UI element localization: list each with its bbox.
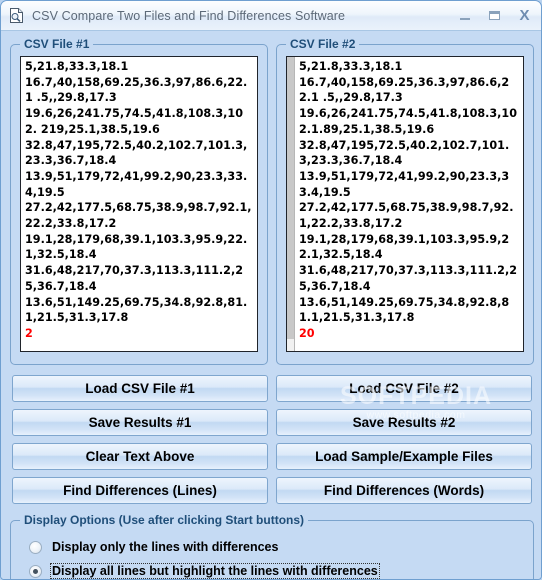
radio-label-only-differences: Display only the lines with differences xyxy=(52,540,279,554)
maximize-button[interactable] xyxy=(486,7,503,24)
load-sample-files-button[interactable]: Load Sample/Example Files xyxy=(276,443,532,470)
csv-file1-diff-marker: 2 xyxy=(25,326,33,340)
radio-icon-highlight-differences[interactable] xyxy=(29,564,42,578)
app-window: CSV Compare Two Files and Find Differenc… xyxy=(0,0,542,580)
load-csv-file-1-button[interactable]: Load CSV File #1 xyxy=(12,375,268,402)
csv-file1-textarea[interactable]: 5,21.8,33.3,18.1 16.7,40,158,69.25,36.3,… xyxy=(20,56,258,352)
group-label-file1: CSV File #1 xyxy=(20,37,94,51)
window-controls: X xyxy=(456,1,533,30)
radio-option-highlight-differences[interactable]: Display all lines but highlight the line… xyxy=(29,562,380,579)
csv-file2-diff-marker: 20 xyxy=(299,326,315,340)
radio-icon-only-differences[interactable] xyxy=(29,540,42,554)
csv-file1-content: 5,21.8,33.3,18.1 16.7,40,158,69.25,36.3,… xyxy=(25,60,252,325)
clear-text-above-button[interactable]: Clear Text Above xyxy=(12,443,268,470)
radio-label-highlight-differences: Display all lines but highlight the line… xyxy=(50,563,380,579)
group-label-display-options: Display Options (Use after clicking Star… xyxy=(20,513,309,527)
csv-file1-text[interactable]: 5,21.8,33.3,18.1 16.7,40,158,69.25,36.3,… xyxy=(21,57,257,351)
save-results-2-button[interactable]: Save Results #2 xyxy=(276,409,532,436)
window-title: CSV Compare Two Files and Find Differenc… xyxy=(32,8,346,23)
group-csv-file-2: CSV File #2 5,21.8,33.3,18.1 16.7,40,158… xyxy=(276,37,534,365)
group-csv-file-1: CSV File #1 5,21.8,33.3,18.1 16.7,40,158… xyxy=(10,37,268,365)
csv-file2-scrollbar[interactable] xyxy=(287,57,295,351)
load-csv-file-2-button[interactable]: Load CSV File #2 xyxy=(276,375,532,402)
radio-option-only-differences[interactable]: Display only the lines with differences xyxy=(29,538,280,556)
csv-file2-content: 5,21.8,33.3,18.1 16.7,40,158,69.25,36.3,… xyxy=(299,60,518,325)
group-label-file2: CSV File #2 xyxy=(286,37,360,51)
save-results-1-button[interactable]: Save Results #1 xyxy=(12,409,268,436)
csv-file2-text[interactable]: 5,21.8,33.3,18.1 16.7,40,158,69.25,36.3,… xyxy=(295,57,523,351)
title-bar: CSV Compare Two Files and Find Differenc… xyxy=(1,1,541,31)
minimize-button[interactable] xyxy=(456,7,473,24)
find-differences-words-button[interactable]: Find Differences (Words) xyxy=(276,477,532,504)
close-button[interactable]: X xyxy=(516,7,533,24)
document-search-icon xyxy=(10,8,23,23)
csv-file2-textarea[interactable]: 5,21.8,33.3,18.1 16.7,40,158,69.25,36.3,… xyxy=(286,56,524,352)
group-display-options: Display Options (Use after clicking Star… xyxy=(10,513,534,579)
find-differences-lines-button[interactable]: Find Differences (Lines) xyxy=(12,477,268,504)
csv-file2-scrollbar-thumb[interactable] xyxy=(287,57,294,340)
client-area: CSV File #1 5,21.8,33.3,18.1 16.7,40,158… xyxy=(1,31,541,579)
